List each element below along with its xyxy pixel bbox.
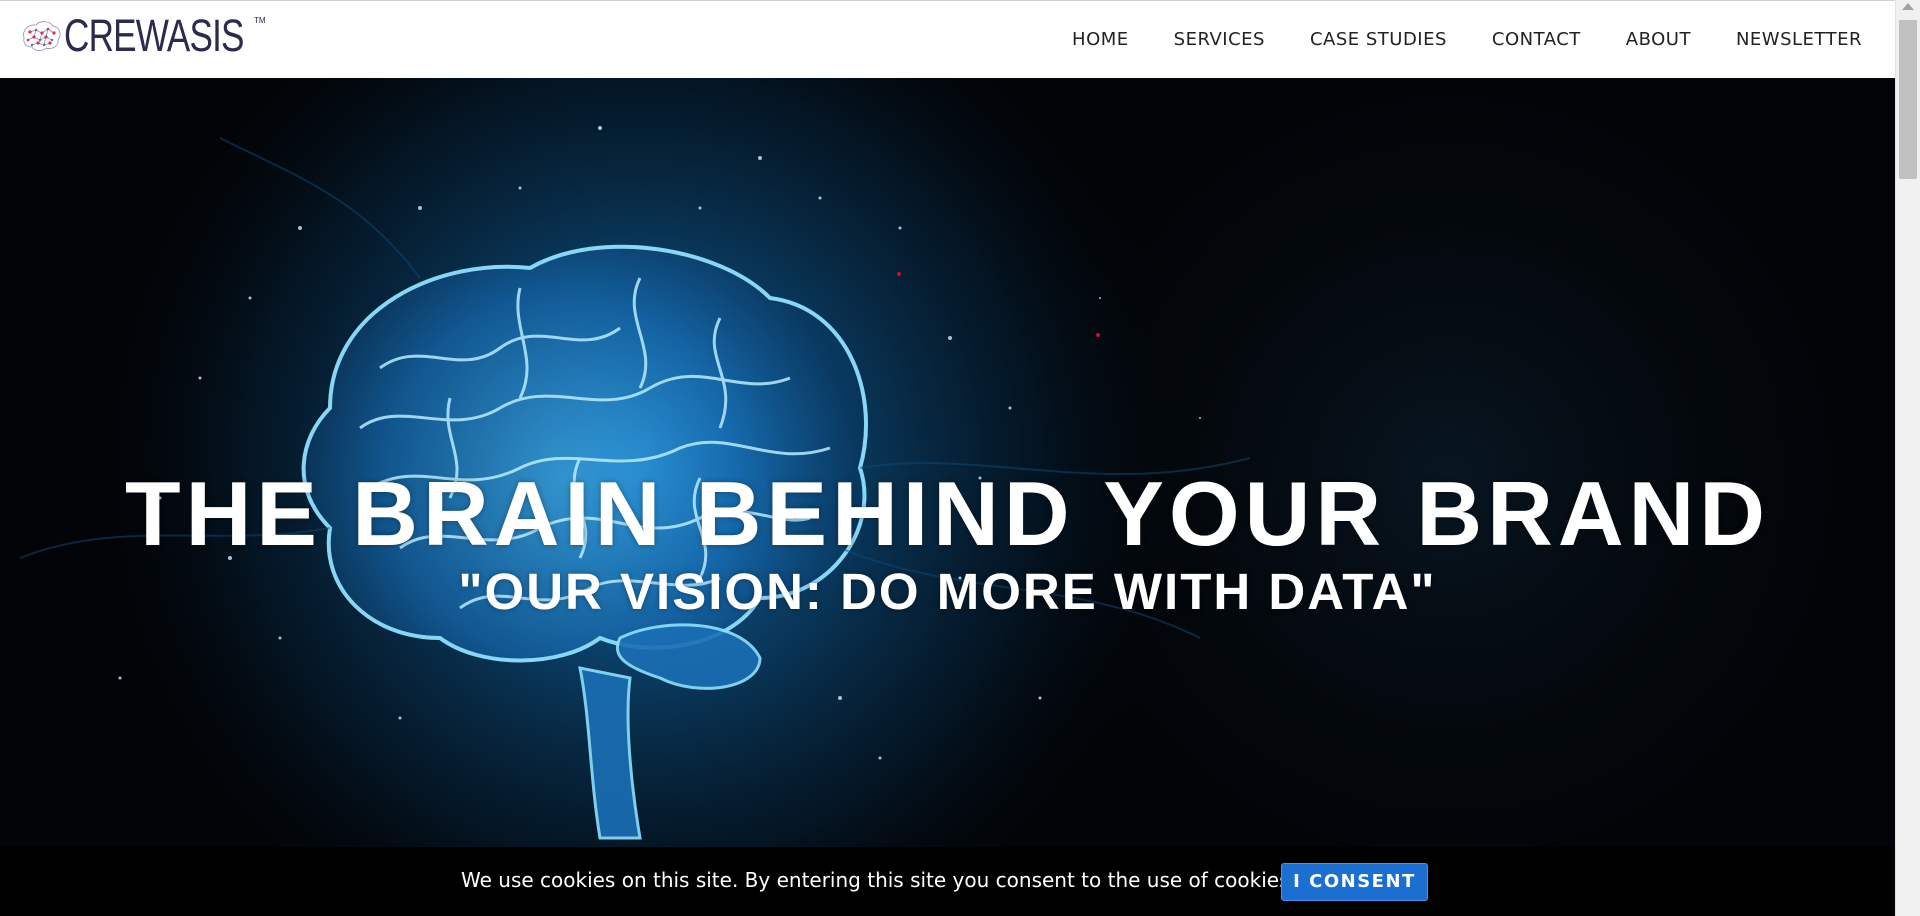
brain-network-icon [23,21,61,51]
scrollbar-thumb[interactable] [1899,20,1917,179]
nav-services[interactable]: SERVICES [1174,29,1265,51]
consent-button[interactable]: I CONSENT [1281,863,1428,901]
scroll-up-arrow-icon[interactable] [1902,3,1914,10]
trademark-symbol: TM [254,16,266,25]
main-nav: HOME SERVICES CASE STUDIES CONTACT ABOUT… [1027,29,1862,51]
nav-newsletter[interactable]: NEWSLETTER [1736,29,1862,51]
hero-section: THE BRAIN BEHIND YOUR BRAND "OUR VISION:… [0,78,1895,916]
hero-subtitle: "OUR VISION: DO MORE WITH DATA" [458,563,1437,620]
logo[interactable]: CREWASIS TM [18,10,294,61]
cookie-message: We use cookies on this site. By entering… [461,868,1296,892]
hero-title: THE BRAIN BEHIND YOUR BRAND [125,464,1770,565]
nav-case-studies[interactable]: CASE STUDIES [1310,29,1447,51]
nav-home[interactable]: HOME [1072,29,1129,51]
logo-wordmark: CREWASIS [64,10,244,61]
cookie-consent-bar: We use cookies on this site. By entering… [0,847,1895,916]
vertical-scrollbar[interactable] [1895,0,1920,916]
site-header: CREWASIS TM HOME SERVICES CASE STUDIES C… [0,0,1895,78]
nav-contact[interactable]: CONTACT [1492,29,1581,51]
nav-about[interactable]: ABOUT [1626,29,1691,51]
